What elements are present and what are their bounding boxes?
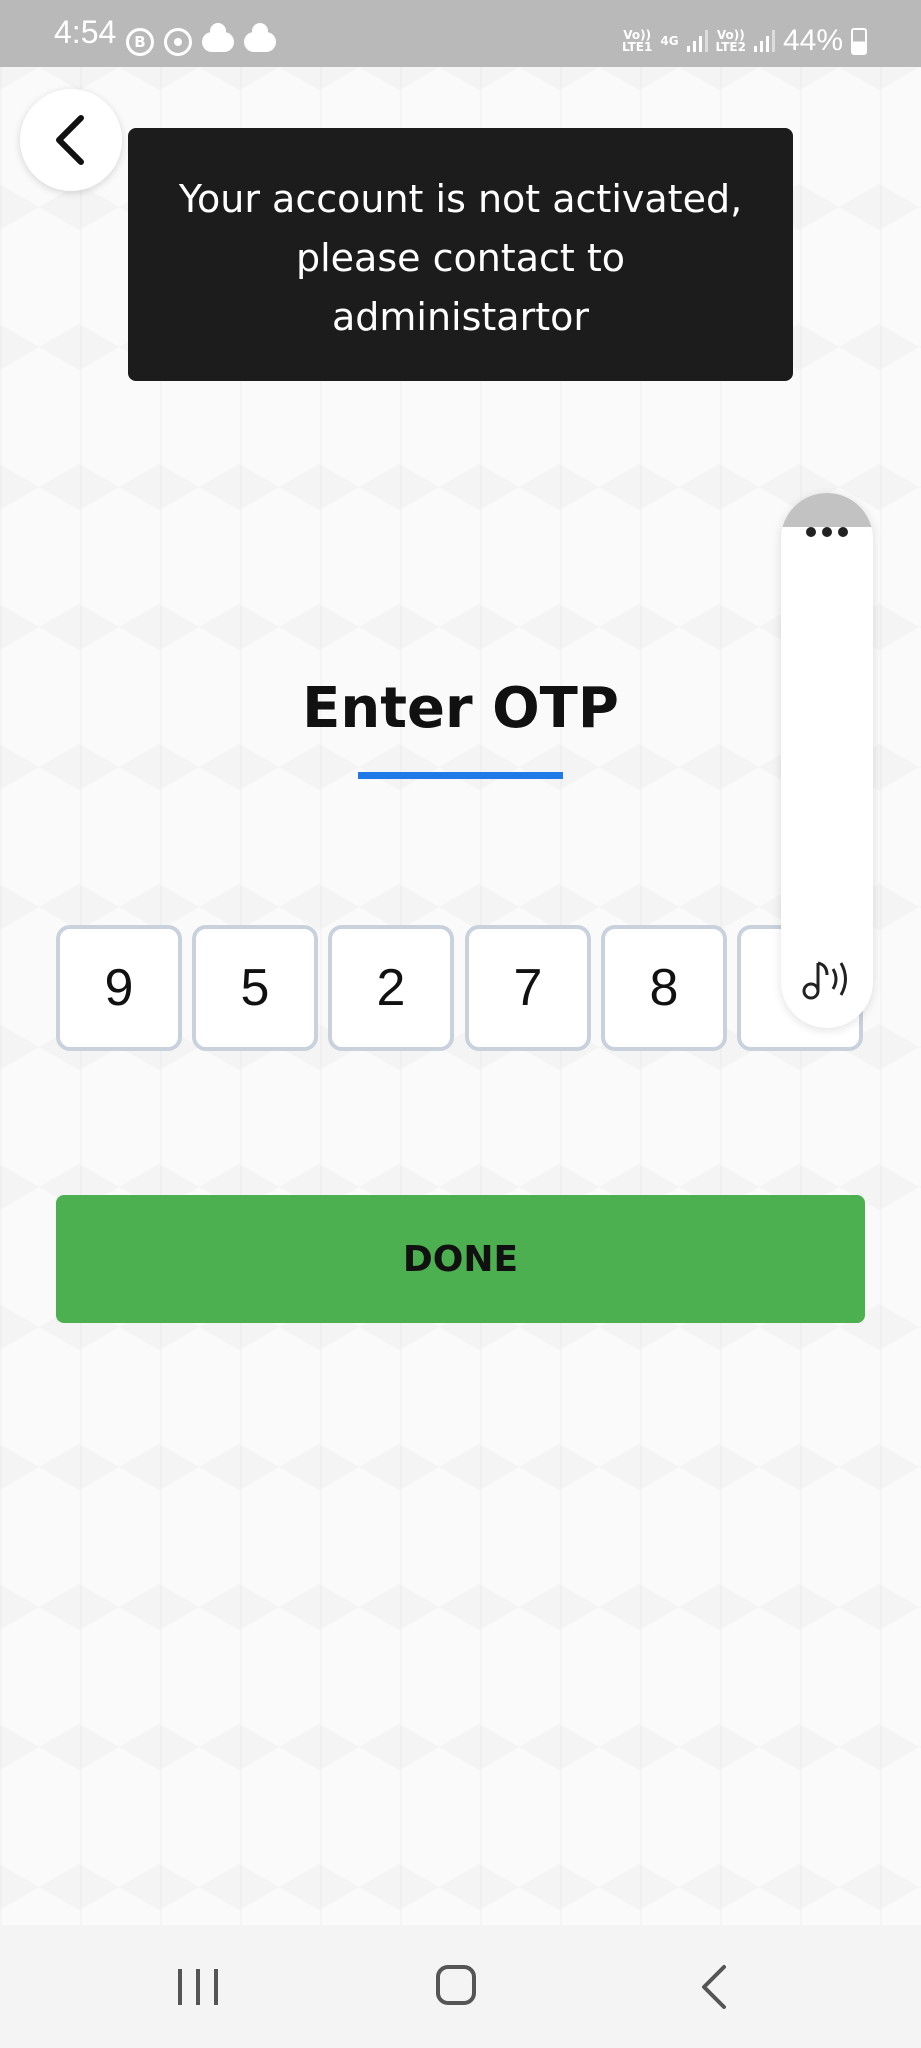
battery-icon	[851, 27, 867, 55]
more-options-icon[interactable]	[781, 527, 873, 537]
error-toast: Your account is not activated, please co…	[128, 128, 793, 381]
battery-percentage: 44%	[782, 24, 843, 57]
home-icon[interactable]	[436, 1965, 476, 2005]
status-notification-icons: B	[126, 23, 276, 56]
otp-digit-3[interactable]: 2	[328, 925, 454, 1051]
otp-digit-1[interactable]: 9	[56, 925, 182, 1051]
recents-icon[interactable]	[178, 1969, 218, 2005]
back-icon[interactable]	[696, 1963, 736, 2011]
otp-digit-4[interactable]: 7	[465, 925, 591, 1051]
otp-digit-5[interactable]: 8	[601, 925, 727, 1051]
status-time: 4:54	[54, 14, 117, 50]
otp-digit-2[interactable]: 5	[192, 925, 318, 1051]
cloud-icon	[244, 23, 276, 52]
title-underline	[358, 772, 563, 779]
floating-side-panel-overlay[interactable]	[781, 493, 873, 1028]
network-lte2-label: Vo)) LTE2	[715, 28, 746, 54]
chevron-left-icon	[56, 115, 84, 165]
signal-strength-2-icon	[753, 30, 775, 52]
network-type-label: 4G	[660, 34, 679, 48]
toast-message: Your account is not activated, please co…	[178, 177, 743, 339]
sync-notification-icon	[164, 28, 192, 56]
sound-music-icon[interactable]	[797, 955, 857, 1003]
done-button[interactable]: DONE	[56, 1195, 865, 1323]
system-navigation-bar	[0, 1925, 921, 2048]
back-button[interactable]	[20, 89, 122, 191]
network-lte1-label: Vo)) LTE1	[621, 28, 653, 54]
status-right-indicators: Vo)) LTE1 4G Vo)) LTE2 44%	[622, 24, 867, 58]
signal-strength-1-icon	[686, 30, 708, 52]
cloud-sync-icon	[202, 23, 234, 52]
status-bar: 4:54 B Vo)) LTE1 4G Vo)) LTE2 44%	[0, 0, 921, 67]
b-notification-icon: B	[126, 28, 154, 56]
